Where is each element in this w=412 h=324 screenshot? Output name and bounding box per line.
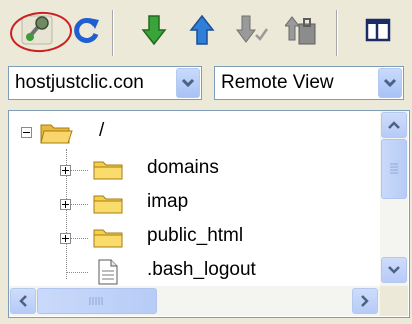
scrollbar-corner	[380, 286, 408, 316]
vertical-scroll-thumb[interactable]	[381, 139, 407, 199]
chevron-down-icon[interactable]	[378, 68, 402, 98]
scroll-down-button[interactable]	[381, 257, 407, 283]
scroll-up-button[interactable]	[381, 112, 407, 138]
expand-view-button[interactable]	[358, 12, 398, 52]
folder-icon	[92, 157, 124, 187]
chevron-down-icon[interactable]	[176, 68, 200, 98]
site-select[interactable]: hostjustclic.con	[8, 66, 202, 100]
check-in-icon	[283, 14, 319, 50]
tree-item-label: imap	[147, 191, 189, 212]
check-out-button[interactable]	[232, 12, 272, 52]
put-files-button[interactable]	[182, 12, 222, 52]
folder-icon	[92, 191, 124, 221]
put-files-icon	[189, 14, 215, 50]
tree-item-label: domains	[147, 157, 219, 178]
tree-item-folder[interactable]: public_html	[9, 221, 389, 253]
horizontal-scroll-thumb[interactable]	[37, 288, 157, 314]
expand-icon[interactable]	[60, 199, 71, 210]
open-folder-icon	[39, 120, 73, 152]
vertical-scrollbar[interactable]	[380, 111, 408, 286]
refresh-button[interactable]	[66, 12, 106, 52]
view-select[interactable]: Remote View	[214, 66, 404, 100]
tree-item-file[interactable]: .bash_logout	[9, 255, 389, 287]
check-out-icon	[235, 14, 269, 50]
get-files-icon	[141, 14, 167, 50]
tree-item-label: .bash_logout	[147, 259, 256, 280]
scroll-left-button[interactable]	[10, 288, 36, 314]
scroll-right-button[interactable]	[352, 288, 378, 314]
expand-icon[interactable]	[60, 233, 71, 244]
folder-icon	[92, 225, 124, 255]
collapse-icon[interactable]	[21, 127, 32, 138]
tree-root-label: /	[99, 120, 105, 141]
files-panel: hostjustclic.con Remote View / domains i…	[0, 0, 412, 324]
check-in-button[interactable]	[282, 12, 322, 52]
toolbar-separator	[112, 10, 114, 56]
refresh-icon	[71, 15, 101, 49]
horizontal-scrollbar[interactable]	[9, 286, 380, 316]
selectors-row: hostjustclic.con Remote View	[0, 64, 412, 104]
tree-root-row[interactable]: /	[9, 117, 389, 149]
expand-view-icon	[364, 16, 392, 48]
tree-item-folder[interactable]: imap	[9, 187, 389, 219]
toolbar	[0, 0, 412, 64]
tree-item-folder[interactable]: domains	[9, 153, 389, 185]
get-files-button[interactable]	[134, 12, 174, 52]
view-select-value: Remote View	[221, 72, 334, 93]
tree-item-label: public_html	[147, 225, 244, 246]
toolbar-separator	[336, 10, 338, 56]
expand-icon[interactable]	[60, 165, 71, 176]
site-select-value: hostjustclic.con	[15, 72, 144, 93]
